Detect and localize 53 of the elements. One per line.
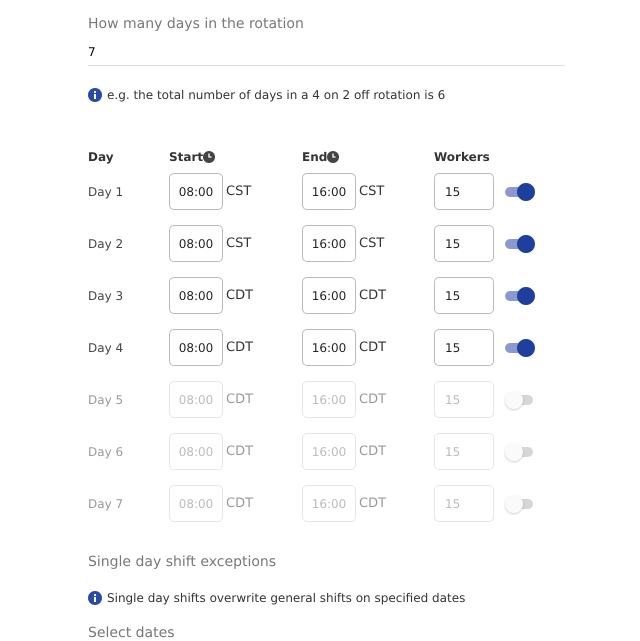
timezone-label: CDT	[359, 339, 386, 358]
toggle-switch[interactable]	[505, 338, 535, 357]
clock-icon	[203, 151, 216, 164]
hint-text: Single day shifts overwrite general shifts on specified dates	[107, 590, 466, 608]
time-field[interactable]: 16:00	[302, 329, 356, 366]
time-field[interactable]: 16:00	[302, 225, 356, 262]
workers-field[interactable]: 15	[434, 277, 494, 314]
workers-field[interactable]: 15	[434, 225, 494, 262]
field-label: Select dates	[88, 624, 176, 641]
time-field[interactable]: 08:00	[169, 277, 223, 314]
info-icon	[88, 88, 102, 102]
time-field[interactable]: 08:00	[169, 329, 223, 366]
section-title: Single day shift exceptions	[88, 553, 278, 572]
day-label: Day 3	[88, 288, 124, 305]
day-label: Day 7	[88, 496, 124, 513]
column-header: End	[302, 149, 328, 166]
timezone-label: CDT	[226, 287, 254, 306]
timezone-label: CDT	[359, 287, 386, 306]
time-field[interactable]: 08:00	[169, 173, 223, 210]
column-header: Start	[169, 149, 204, 166]
toggle-switch[interactable]	[505, 390, 535, 409]
day-label: Day 5	[88, 392, 124, 409]
timezone-label: CST	[359, 183, 384, 202]
timezone-label: CDT	[359, 443, 386, 462]
timezone-label: CST	[359, 235, 384, 254]
timezone-label: CST	[226, 235, 252, 254]
day-label: Day 6	[88, 444, 124, 461]
timezone-label: CST	[226, 183, 252, 202]
hint-text: e.g. the total number of days in a 4 on 2 off rotation is 6	[107, 87, 446, 104]
day-label: Day 4	[88, 340, 124, 357]
workers-field[interactable]: 15	[434, 329, 494, 366]
time-field[interactable]: 08:00	[169, 225, 223, 262]
field-label: How many days in the rotation	[88, 15, 305, 34]
column-header: Workers	[434, 149, 490, 166]
day-label: Day 1	[88, 184, 124, 201]
clock-icon	[327, 151, 340, 164]
toggle-switch[interactable]	[505, 442, 535, 461]
timezone-label: CDT	[359, 391, 386, 410]
day-label: Day 2	[88, 236, 124, 253]
time-field[interactable]: 16:00	[302, 277, 356, 314]
toggle-switch[interactable]	[505, 234, 535, 253]
workers-field[interactable]: 15	[434, 173, 494, 210]
timezone-label: CDT	[226, 443, 254, 462]
toggle-switch[interactable]	[505, 494, 535, 513]
timezone-label: CDT	[226, 391, 254, 410]
toggle-switch[interactable]	[505, 182, 535, 201]
toggle-switch[interactable]	[505, 286, 535, 305]
timezone-label: CDT	[226, 339, 254, 358]
column-header: Day	[88, 149, 114, 166]
time-field[interactable]: 16:00	[302, 173, 356, 210]
timezone-label: CDT	[359, 495, 386, 514]
info-icon	[88, 591, 102, 606]
timezone-label: CDT	[226, 495, 254, 514]
